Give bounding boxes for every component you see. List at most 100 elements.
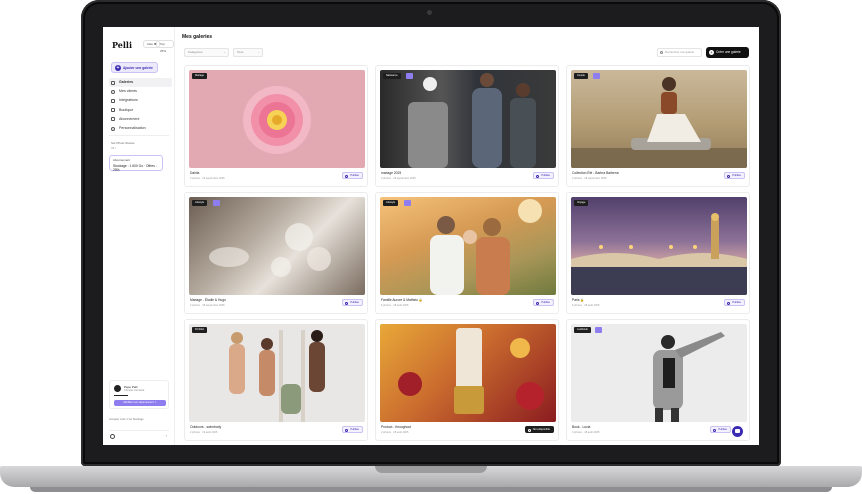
fashion-image (408, 73, 536, 168)
category-tag: Lifestyle (192, 200, 208, 206)
app-screen: Pelli Aide ✱ Top 25% + Ajouter une galer… (103, 27, 759, 445)
laptop-notch (375, 466, 487, 473)
gallery-card[interactable]: Lifestyle Mariage - Élodie & Hugo 4 phot… (184, 192, 368, 314)
status-badge[interactable]: Publiée (342, 426, 363, 433)
status-badge[interactable]: Publiée (710, 426, 731, 433)
upgrade-button[interactable]: Modifier mon abonnement ↗ (114, 400, 166, 406)
sidebar-item-boutique[interactable]: Boutique (109, 106, 172, 115)
main-content: Mes galeries Catégories ⌄ Tous ⌄ Recherc… (175, 27, 759, 445)
plus-icon: + (709, 50, 714, 55)
gallery-title: Outdoors - swimbody (190, 425, 222, 429)
gallery-card[interactable]: Portfolio Outdoors - swimbody 2 photos ·… (184, 319, 368, 441)
globe-icon (345, 428, 349, 432)
status-label: Publiée (541, 174, 550, 177)
sidebar-item-abonnement[interactable]: Abonnement (109, 115, 172, 124)
sidebar-nav: Galeries Mes clients Intégrations Boutiq… (109, 78, 172, 133)
swimwear-image (229, 330, 325, 422)
add-gallery-button[interactable]: + Ajouter une galerie (111, 62, 158, 73)
storage-value: 32 / (111, 146, 117, 150)
gallery-title: Paris 🔒 (572, 298, 585, 302)
gallery-thumbnail[interactable]: Lifestyle (189, 197, 365, 295)
model-desert-image (571, 77, 747, 168)
status-label: Publiée (718, 428, 727, 431)
sidebar-item-integrations[interactable]: Intégrations (109, 96, 172, 105)
category-tag: Naissance (383, 73, 401, 79)
gallery-thumbnail[interactable]: Lookbook (571, 324, 747, 422)
badge-icon (406, 73, 413, 79)
avatar[interactable] (114, 385, 121, 392)
gallery-thumbnail[interactable]: Couple (571, 70, 747, 168)
gallery-card[interactable]: Voyage Paris 🔒 6 photos · 28 août 2025 P… (566, 192, 750, 314)
gallery-title: Dahlia (190, 171, 200, 175)
status-label: Publiée (350, 428, 359, 431)
sidebar-item-label: Mes clients (119, 89, 137, 94)
chat-support-button[interactable] (732, 426, 743, 437)
gallery-card[interactable]: Mariage Dahlia 4 photos · 19 septembre 2… (184, 65, 368, 187)
camera-icon (427, 10, 432, 15)
gallery-thumbnail[interactable]: Naissance (380, 70, 556, 168)
gallery-meta: 6 photos · 18 août 2025 (381, 304, 409, 307)
status-filter[interactable]: Tous ⌄ (233, 48, 263, 57)
users-icon (111, 89, 115, 94)
status-filter-label: Tous (237, 50, 244, 54)
divider (109, 135, 169, 136)
gallery-card[interactable]: Lifestyle Famille Aurore & Mathieu 🔒 6 p… (375, 192, 559, 314)
globe-icon (536, 174, 540, 178)
category-tag: Lifestyle (383, 200, 399, 206)
gallery-meta: 4 photos · 19 septembre 2025 (190, 177, 225, 180)
gallery-card[interactable]: Product - throughout 2 photos · 18 août … (375, 319, 559, 441)
gallery-card[interactable]: Naissance mariage 2025 2 photos · 18 sep… (375, 65, 559, 187)
product-bottle-image (398, 328, 544, 414)
chevron-right-icon: › (165, 433, 167, 438)
search-input[interactable]: Rechercher une galerie (657, 48, 702, 57)
badge-icon (213, 200, 220, 206)
add-gallery-label: Ajouter une galerie (123, 66, 153, 70)
gallery-thumbnail[interactable]: Voyage (571, 197, 747, 295)
app-logo[interactable]: Pelli (112, 40, 132, 50)
status-badge[interactable]: Publiée (724, 172, 745, 179)
gallery-title: Mariage - Élodie & Hugo (190, 298, 226, 302)
globe-icon (536, 301, 540, 305)
top-badge: Top 25% (156, 40, 174, 53)
sidebar-item-label: Boutique (119, 107, 134, 112)
gallery-card[interactable]: Couple Collection Été - Barbra Barbena 4… (566, 65, 750, 187)
status-badge[interactable]: Publiée (533, 299, 554, 306)
create-gallery-button[interactable]: + Créer une galerie (706, 47, 749, 58)
category-tag: Voyage (574, 200, 589, 206)
globe-icon (727, 174, 731, 178)
status-badge[interactable]: Publiée (342, 172, 363, 179)
gallery-thumbnail[interactable] (380, 324, 556, 422)
gallery-meta: 2 photos · 18 août 2025 (381, 431, 409, 434)
gallery-meta: 6 photos · 28 août 2025 (572, 304, 600, 307)
plan-title: Abonnement (113, 158, 131, 162)
gallery-thumbnail[interactable]: Mariage (189, 70, 365, 168)
storage-footer: Accepter votre 1 Go Stockage (109, 418, 144, 421)
gallery-thumbnail[interactable]: Portfolio (189, 324, 365, 422)
help-row[interactable]: › (109, 430, 169, 439)
sidebar-item-galeries[interactable]: Galeries (109, 78, 172, 88)
status-label: Publiée (732, 301, 741, 304)
status-badge[interactable]: Non-disponible (524, 426, 554, 433)
sidebar-item-label: Intégrations (119, 98, 138, 103)
gallery-title: Collection Été - Barbra Barbena (572, 171, 619, 175)
gallery-title: mariage 2025 (381, 171, 402, 175)
category-filter-label: Catégories (188, 50, 203, 54)
gallery-title: Famille Aurore & Mathieu 🔒 (381, 298, 424, 302)
gallery-icon (111, 80, 115, 85)
status-badge[interactable]: Publiée (533, 172, 554, 179)
category-filter[interactable]: Catégories ⌄ (184, 48, 229, 57)
category-tag: Couple (574, 73, 588, 79)
status-badge[interactable]: Publiée (342, 299, 363, 306)
status-label: Non-disponible (532, 428, 550, 431)
status-badge[interactable]: Publiée (724, 299, 745, 306)
sidebar-item-clients[interactable]: Mes clients (109, 87, 172, 96)
gallery-card[interactable]: Lookbook Book - Lucia 4 photos · 18 août… (566, 319, 750, 441)
globe-icon (345, 301, 349, 305)
sidebar-item-personnalisation[interactable]: Personnalisation (109, 124, 172, 133)
dahlia-image (243, 86, 311, 154)
plan-box[interactable]: Abonnement Stockage : 1 600 Go · Offres … (109, 155, 163, 172)
globe-icon (345, 174, 349, 178)
sidebar-item-label: Galeries (119, 80, 134, 84)
gallery-thumbnail[interactable]: Lifestyle (380, 197, 556, 295)
user-subtitle: Compte connecté (124, 389, 145, 392)
